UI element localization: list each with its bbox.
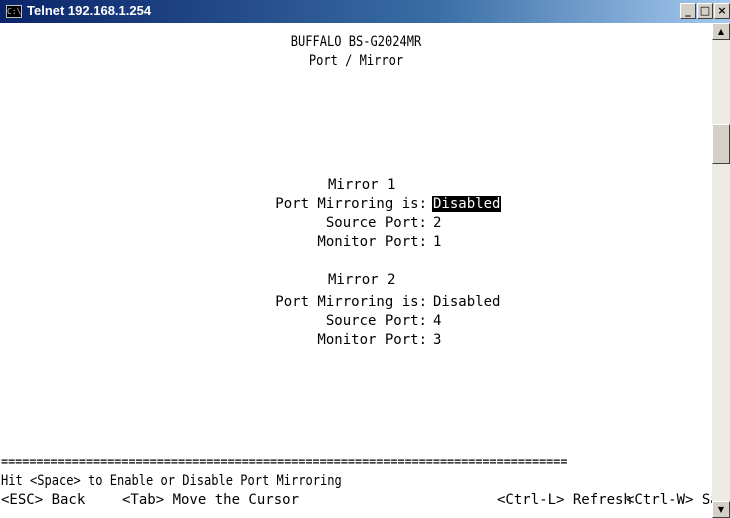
mirror-1-mirroring-value[interactable]: Disabled — [432, 195, 502, 214]
mirror-2-mirroring-label: Port Mirroring is: — [275, 294, 427, 310]
help-text: Hit <Space> to Enable or Disable Port Mi… — [1, 473, 342, 489]
refresh-hint: <Ctrl-L> Refresh — [497, 492, 632, 508]
maximize-button[interactable]: □ — [697, 3, 713, 19]
mirror-2-mirroring-value[interactable]: Disabled — [433, 293, 500, 312]
mirror-1-source-label: Source Port: — [325, 215, 427, 231]
telnet-window: C:\ Telnet 192.168.1.254 _ □ × BUFFALO B… — [0, 0, 730, 518]
mirror-2-source-value[interactable]: 4 — [433, 312, 441, 331]
minimize-button[interactable]: _ — [680, 3, 696, 19]
mirror-1-mirroring-label: Port Mirroring is: — [275, 196, 427, 212]
close-button[interactable]: × — [714, 3, 730, 19]
terminal-screen[interactable]: BUFFALO BS-G2024MR Port / Mirror Mirror … — [0, 23, 712, 518]
page-title: Port / Mirror — [308, 53, 404, 69]
tab-move-hint: <Tab> Move the Cursor — [122, 492, 300, 508]
scroll-down-icon[interactable]: ▼ — [712, 501, 730, 518]
scroll-up-icon[interactable]: ▲ — [712, 23, 730, 40]
mirror-1-source-value[interactable]: 2 — [433, 214, 441, 233]
esc-back-hint: <ESC> Back — [1, 492, 86, 508]
mirror-1-monitor-value[interactable]: 1 — [433, 233, 441, 252]
mirror-2-title: Mirror 2 — [328, 272, 396, 288]
scrollbar-thumb[interactable] — [712, 124, 730, 164]
vertical-scrollbar[interactable]: ▲ ▼ — [712, 23, 730, 518]
separator-line: ========================================… — [1, 454, 568, 470]
mirror-1-title: Mirror 1 — [328, 177, 396, 193]
mirror-2-monitor-label: Monitor Port: — [317, 332, 427, 348]
title-bar[interactable]: C:\ Telnet 192.168.1.254 _ □ × — [0, 0, 730, 23]
mirror-1-monitor-label: Monitor Port: — [317, 234, 427, 250]
mirror-1-mirroring-value-text[interactable]: Disabled — [432, 196, 502, 212]
window-title: Telnet 192.168.1.254 — [27, 3, 152, 18]
device-name: BUFFALO BS-G2024MR — [290, 34, 422, 50]
mirror-2-monitor-value[interactable]: 3 — [433, 331, 441, 350]
save-hint: <Ctrl-W> Save — [626, 492, 712, 508]
mirror-2-source-label: Source Port: — [325, 313, 427, 329]
console-icon[interactable]: C:\ — [6, 5, 22, 18]
